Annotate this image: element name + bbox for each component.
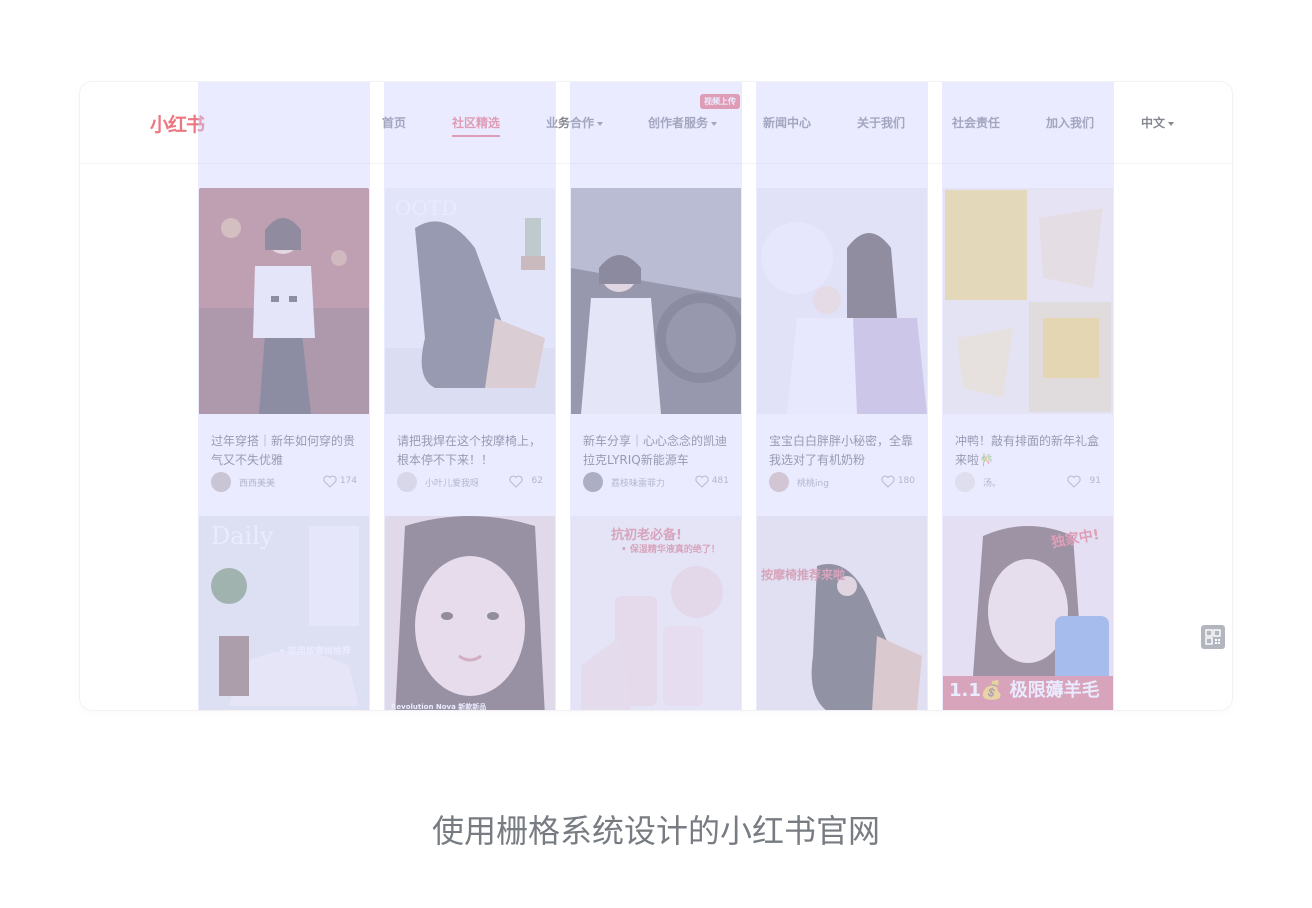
like-count: 62 — [531, 476, 543, 486]
nav-social-responsibility[interactable]: 社会责任 — [952, 114, 1000, 131]
card-meta: 荔枝味雷菲力 481 — [583, 472, 729, 492]
card-author[interactable]: 桃桃ing — [797, 476, 829, 489]
image-overlay-text: • 保湿精华液真的绝了！ — [621, 545, 720, 555]
feed-card[interactable]: 冲鸭！敲有排面的新年礼盒来啦🎋 汤。 91 — [943, 188, 1113, 504]
avatar[interactable] — [769, 472, 789, 492]
nav-community[interactable]: 社区精选 — [452, 114, 501, 137]
card-author[interactable]: 汤。 — [983, 476, 1001, 489]
chevron-down-icon — [711, 121, 718, 126]
card-title: 请把我焊在这个按摩椅上，根本停不下来！！ — [397, 434, 542, 467]
card-title: 新车分享｜心心念念的凯迪拉克LYRIQ新能源车 — [583, 434, 728, 467]
feed-card[interactable]: 独家中! 1.1💰 极限薅羊毛 — [943, 516, 1113, 710]
card-image-fashion — [199, 188, 369, 414]
nav-business[interactable]: 业务合作 — [546, 114, 604, 131]
like-count: 91 — [1089, 476, 1101, 486]
heart-icon[interactable] — [695, 475, 709, 488]
card-image-car — [571, 188, 741, 414]
card-author[interactable]: 西西美美 — [239, 476, 275, 489]
card-author[interactable]: 荔枝味雷菲力 — [611, 476, 665, 489]
nav-join-label: 加入我们 — [1046, 116, 1095, 130]
card-meta: 桃桃ing 180 — [769, 472, 915, 492]
card-image-food — [943, 188, 1113, 414]
card-title: 冲鸭！敲有排面的新年礼盒来啦🎋 — [955, 434, 1100, 467]
nav-news-label: 新闻中心 — [763, 116, 812, 130]
card-image-massage-chair — [385, 188, 555, 414]
nav-business-label: 业务合作 — [546, 116, 595, 130]
nav-join[interactable]: 加入我们 — [1046, 114, 1094, 131]
heart-icon[interactable] — [323, 475, 337, 488]
card-image-massage-chair-2 — [757, 516, 927, 710]
nav-creator-label: 创作者服务 — [648, 116, 709, 130]
image-overlay-text: • 家用按摩椅推荐 — [279, 647, 351, 657]
like-count: 174 — [339, 476, 357, 486]
feed-card[interactable]: Daily • 家用按摩椅推荐 — [199, 516, 369, 710]
nav-about-label: 关于我们 — [857, 116, 906, 130]
nav-news[interactable]: 新闻中心 — [763, 114, 811, 131]
avatar[interactable] — [211, 472, 231, 492]
chevron-down-icon — [597, 121, 604, 126]
card-meta: 小叶儿爱我呀 62 — [397, 472, 543, 492]
feed-card[interactable]: 宝宝白白胖胖小秘密，全靠我选对了有机奶粉 桃桃ing 180 — [757, 188, 927, 504]
nav-social-label: 社会责任 — [952, 116, 1001, 130]
like-count: 481 — [711, 476, 729, 486]
card-meta: 汤。 91 — [955, 472, 1101, 492]
card-meta: 西西美美 174 — [211, 472, 357, 492]
image-overlay-text: 抗初老必备! — [611, 528, 682, 543]
card-title: 宝宝白白胖胖小秘密，全靠我选对了有机奶粉 — [769, 434, 914, 467]
nav-creator[interactable]: 创作者服务 — [648, 114, 718, 131]
language-select[interactable]: 中文 — [1141, 114, 1175, 131]
image-overlay-text: Daily — [211, 522, 274, 550]
image-overlay-text: 1.1💰 极限薅羊毛 — [949, 680, 1100, 701]
qr-code-button[interactable] — [1201, 625, 1225, 649]
nav-home[interactable]: 首页 — [382, 114, 406, 131]
heart-icon[interactable] — [509, 475, 523, 488]
website-frame: 小红书 首页 社区精选 业务合作 创作者服务 视频上传 新闻中心 关于我们 社会… — [80, 82, 1232, 710]
top-navbar: 小红书 首页 社区精选 业务合作 创作者服务 视频上传 新闻中心 关于我们 社会… — [80, 82, 1232, 164]
page-caption: 使用栅格系统设计的小红书官网 — [431, 812, 880, 850]
image-overlay-text: 按摩椅推荐来啦 — [761, 568, 846, 582]
feed-card[interactable]: OOTD 请把我焊在这个按摩椅上，根本停不下来！！ 小叶儿爱我呀 62 — [385, 188, 555, 504]
heart-icon[interactable] — [1067, 475, 1081, 488]
language-label: 中文 — [1141, 116, 1166, 130]
avatar[interactable] — [397, 472, 417, 492]
avatar[interactable] — [583, 472, 603, 492]
feed-card[interactable]: 过年穿搭｜新年如何穿的贵气又不失优雅 西西美美 174 — [199, 188, 369, 504]
card-image-selfie — [385, 516, 555, 710]
feed-card[interactable]: 按摩椅推荐来啦 — [757, 516, 927, 710]
heart-icon[interactable] — [881, 475, 895, 488]
feed-card[interactable]: 新车分享｜心心念念的凯迪拉克LYRIQ新能源车 荔枝味雷菲力 481 — [571, 188, 741, 504]
card-author[interactable]: 小叶儿爱我呀 — [425, 476, 479, 489]
image-overlay-text: Revolution Nova 新款新品 — [391, 703, 487, 710]
card-image-baby — [757, 188, 927, 414]
like-count: 180 — [897, 476, 915, 486]
card-title: 过年穿搭｜新年如何穿的贵气又不失优雅 — [211, 434, 356, 467]
feed-card[interactable]: 抗初老必备! • 保湿精华液真的绝了！ — [571, 516, 741, 710]
nav-about[interactable]: 关于我们 — [857, 114, 905, 131]
chevron-down-icon — [1168, 121, 1175, 126]
image-overlay-text: OOTD — [395, 196, 458, 220]
avatar[interactable] — [955, 472, 975, 492]
video-upload-badge[interactable]: 视频上传 — [700, 94, 740, 109]
nav-community-label: 社区精选 — [452, 116, 501, 130]
qr-code-icon — [1205, 629, 1221, 645]
nav-home-label: 首页 — [382, 116, 407, 130]
feed-card[interactable]: Revolution Nova 新款新品 — [385, 516, 555, 710]
brand-logo[interactable]: 小红书 — [150, 110, 205, 137]
